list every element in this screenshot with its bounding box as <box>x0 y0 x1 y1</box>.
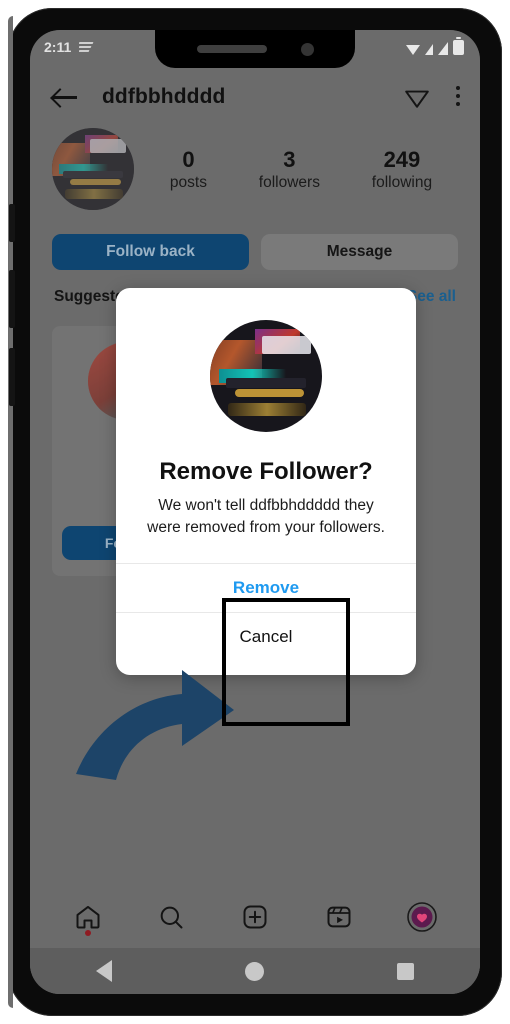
three-dots-vertical-icon[interactable] <box>456 86 460 108</box>
nav-profile[interactable] <box>402 897 442 937</box>
stat-following[interactable]: 249 following <box>372 146 432 192</box>
stat-posts[interactable]: 0 posts <box>170 146 207 192</box>
signal-bars-icon <box>425 43 433 55</box>
profile-stats: 0 posts 3 followers 249 following <box>144 146 458 192</box>
signal-bars-icon <box>438 41 448 55</box>
earpiece-speaker <box>196 45 267 53</box>
volume-up-button[interactable] <box>9 270 15 328</box>
nav-home[interactable] <box>68 897 108 937</box>
followers-count: 3 <box>283 147 296 173</box>
bottom-navigation <box>30 886 480 948</box>
following-label: following <box>371 173 433 191</box>
status-bar-right <box>406 36 466 55</box>
back-arrow-icon[interactable] <box>50 82 80 112</box>
nav-reels[interactable] <box>319 897 359 937</box>
volume-down-button[interactable] <box>9 348 15 406</box>
recents-square-icon[interactable] <box>396 962 414 980</box>
status-time: 2:11 <box>44 39 72 55</box>
posts-label: posts <box>169 173 207 191</box>
message-button[interactable]: Message <box>261 234 458 270</box>
following-count: 249 <box>383 147 421 173</box>
action-buttons-row: Follow back Message <box>30 234 480 270</box>
annotation-highlight-box <box>222 598 350 726</box>
reels-icon <box>327 906 351 928</box>
search-icon <box>161 906 183 929</box>
dialog-title: Remove Follower? <box>159 458 373 485</box>
status-bar-left: 2:11 <box>44 39 94 55</box>
dialog-body: We won't tell ddfbbhddddd they were remo… <box>147 497 385 536</box>
front-camera <box>300 42 314 56</box>
download-triangle-icon <box>406 44 420 55</box>
add-post-icon <box>243 905 267 929</box>
phone-notch <box>155 30 355 68</box>
profile-row: 0 posts 3 followers 249 following <box>30 128 480 210</box>
phone-screen: 2:11 ddfbbhdddd 0 posts 3 followers 249 … <box>30 30 480 994</box>
header-actions <box>404 84 460 110</box>
network-activity-icon <box>79 41 94 54</box>
home-circle-icon[interactable] <box>244 961 264 981</box>
app-header: ddfbbhdddd <box>30 74 480 120</box>
notification-badge <box>84 930 91 936</box>
profile-avatar-icon <box>407 902 437 932</box>
followers-label: followers <box>258 173 320 191</box>
page-title: ddfbbhdddd <box>102 85 226 108</box>
avatar[interactable] <box>52 128 134 210</box>
phone-left-edge <box>8 16 13 1008</box>
paper-plane-icon[interactable] <box>404 84 430 110</box>
mute-switch-button[interactable] <box>9 204 15 242</box>
nav-search[interactable] <box>151 897 191 937</box>
posts-count: 0 <box>182 147 195 173</box>
back-triangle-icon[interactable] <box>96 960 113 982</box>
battery-icon <box>453 36 464 55</box>
follow-back-button[interactable]: Follow back <box>52 234 249 270</box>
nav-add-post[interactable] <box>235 897 275 937</box>
dialog-avatar <box>210 320 322 432</box>
android-navigation-bar <box>30 948 480 994</box>
home-icon <box>76 905 100 929</box>
stat-followers[interactable]: 3 followers <box>259 146 320 192</box>
phone-frame: 2:11 ddfbbhdddd 0 posts 3 followers 249 … <box>8 8 502 1016</box>
